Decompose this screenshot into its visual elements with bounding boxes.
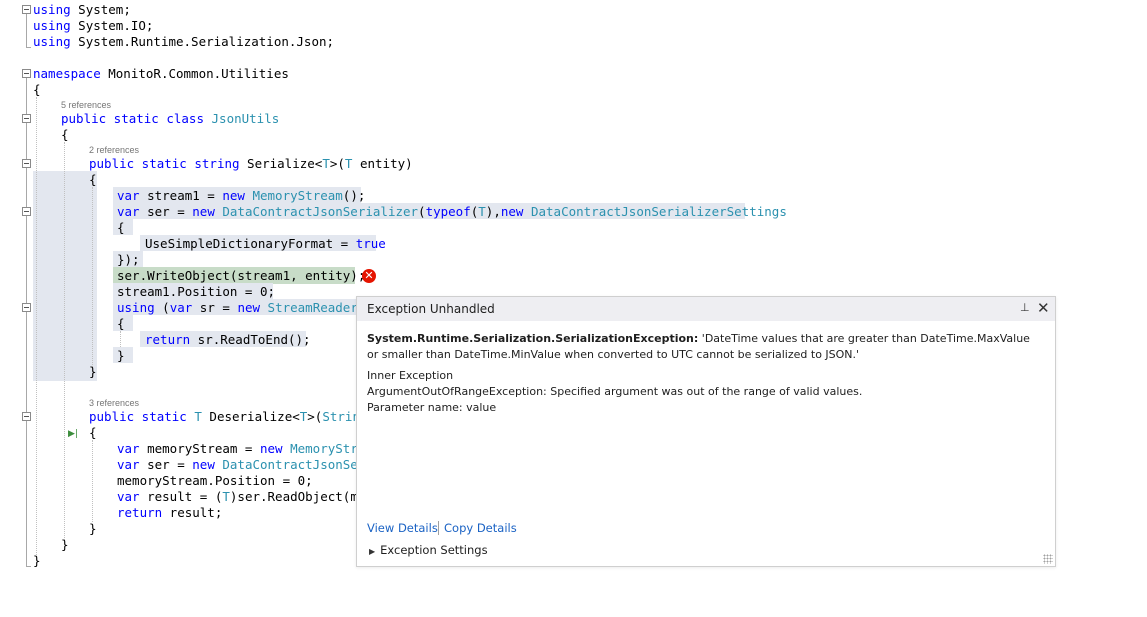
collapse-serializer-init-icon[interactable] [22,207,31,216]
code-line: var stream1 = new MemoryStream(); [117,188,366,203]
code-line: using System.Runtime.Serialization.Json; [33,34,335,49]
error-icon[interactable]: ✕ [362,269,376,283]
inner-exception-label: Inner Exception [367,369,454,382]
code-line: } [117,348,125,363]
indent-guide [36,97,37,555]
inner-exception-parameter: Parameter name: value [367,401,497,414]
collapse-deserialize-icon[interactable] [22,412,31,421]
indent-guide [120,331,121,347]
code-line: { [33,82,41,97]
code-line: { [61,127,69,142]
collapse-usings-icon[interactable] [22,5,31,14]
code-line: using System.IO; [33,18,154,33]
indent-guide [92,440,93,522]
code-line: } [61,537,69,552]
indent-guide [64,142,65,540]
view-details-link[interactable]: View Details [367,520,438,536]
codelens-references[interactable]: 3 references [89,397,139,409]
link-separator [438,521,439,535]
code-line: using System; [33,2,131,17]
collapse-class-icon[interactable] [22,114,31,123]
codelens-references[interactable]: 2 references [89,144,139,156]
inner-exception-message: ArgumentOutOfRangeException: Specified a… [367,385,863,398]
code-line: return result; [117,505,223,520]
collapse-serialize-icon[interactable] [22,159,31,168]
exception-title: Exception Unhandled [367,302,495,316]
exception-settings-label: Exception Settings [380,543,488,557]
code-line: var ser = new DataContractJsonSeri [117,457,373,472]
code-line: { [89,172,97,187]
code-line: }); [117,252,140,267]
code-line: var memoryStream = new MemoryStrea [117,441,373,456]
code-line: namespace MonitoR.Common.Utilities [33,66,289,81]
code-line: public static string Serialize<T>(T enti… [89,156,413,171]
exception-header: Exception Unhandled ⊥ ✕ [357,297,1055,321]
fold-end [26,47,31,48]
exception-type: System.Runtime.Serialization.Serializati… [367,332,699,345]
expand-triangle-icon: ▶ [369,547,376,556]
run-to-click-icon[interactable]: ▶| [68,428,82,440]
code-line: UseSimpleDictionaryFormat = true [145,236,386,251]
code-line: } [33,553,41,568]
fold-end [26,566,31,567]
code-line: } [89,364,97,379]
collapse-namespace-icon[interactable] [22,69,31,78]
indent-guide [92,187,93,367]
code-line: public static T Deserialize<T>(String [89,409,368,424]
method-highlight [33,171,97,381]
collapse-using-block-icon[interactable] [22,303,31,312]
fold-line [26,78,27,566]
code-line: { [117,220,125,235]
code-line: { [117,316,125,331]
exception-message: System.Runtime.Serialization.Serializati… [367,331,1043,363]
code-line: using (var sr = new StreamReader(s [117,300,373,315]
code-line: memoryStream.Position = 0; [117,473,313,488]
code-line: var ser = new DataContractJsonSerializer… [117,204,787,219]
copy-details-link[interactable]: Copy Details [444,520,517,536]
pin-icon[interactable]: ⊥ [1020,301,1030,314]
resize-grip-icon[interactable] [1043,554,1053,564]
code-line-current: ser.WriteObject(stream1, entity); [117,268,366,283]
code-line: { [89,425,97,440]
code-line: } [89,521,97,536]
code-line: stream1.Position = 0; [117,284,276,299]
code-line: var result = (T)ser.ReadObject(mem [117,489,373,504]
fold-line [26,14,27,47]
exception-helper-popup: Exception Unhandled ⊥ ✕ System.Runtime.S… [356,296,1056,567]
code-line: return sr.ReadToEnd(); [145,332,311,347]
exception-settings-toggle[interactable]: ▶ Exception Settings [369,542,488,560]
close-icon[interactable]: ✕ [1037,299,1050,317]
code-line: public static class JsonUtils [61,111,280,126]
codelens-references[interactable]: 5 references [61,99,111,111]
